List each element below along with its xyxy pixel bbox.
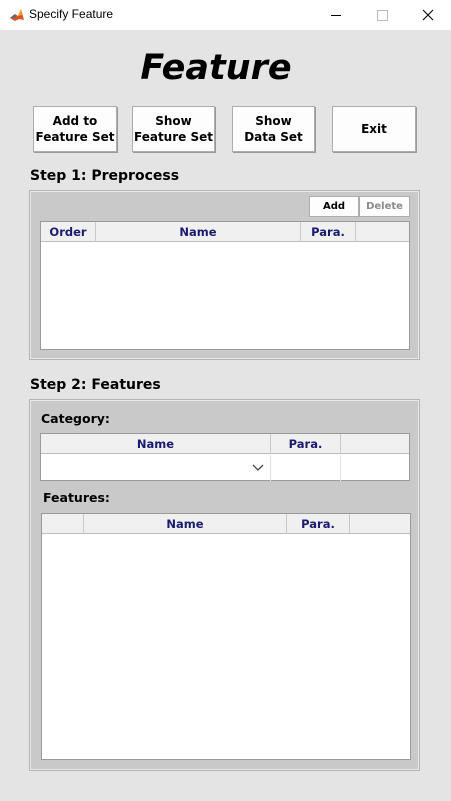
column-header-extra[interactable] (356, 222, 410, 242)
delete-preprocess-button[interactable]: Delete (359, 196, 410, 217)
close-icon (422, 9, 434, 21)
column-header-name[interactable]: Name (41, 434, 271, 454)
matlab-icon (9, 7, 25, 23)
maximize-button[interactable] (359, 0, 405, 30)
page-title: Feature (140, 48, 292, 88)
preprocess-table-header: Order Name Para. (41, 222, 409, 242)
column-header-para[interactable]: Para. (271, 434, 341, 454)
column-header-select[interactable] (42, 514, 84, 534)
window-titlebar: Specify Feature (0, 0, 451, 30)
minimize-button[interactable] (313, 0, 359, 30)
window-title: Specify Feature (29, 7, 114, 21)
category-table[interactable]: Name Para. (40, 433, 410, 481)
step2-title: Step 2: Features (30, 377, 161, 393)
chevron-down-icon (252, 464, 264, 471)
show-feature-set-button[interactable]: Show Feature Set (132, 106, 215, 152)
step1-title: Step 1: Preprocess (30, 168, 180, 184)
features-table-header: Name Para. (42, 514, 410, 534)
column-header-para[interactable]: Para. (287, 514, 350, 534)
column-header-order[interactable]: Order (41, 222, 96, 242)
category-label: Category: (41, 411, 110, 426)
column-header-para[interactable]: Para. (301, 222, 356, 242)
category-extra-cell[interactable] (341, 455, 409, 481)
add-preprocess-button[interactable]: Add (309, 196, 359, 217)
features-table[interactable]: Name Para. (41, 513, 411, 760)
show-data-set-button[interactable]: Show Data Set (232, 106, 315, 152)
column-header-name[interactable]: Name (84, 514, 287, 534)
add-to-feature-set-button[interactable]: Add to Feature Set (33, 106, 117, 152)
category-para-cell[interactable] (271, 455, 341, 481)
exit-button[interactable]: Exit (332, 106, 416, 152)
category-name-dropdown[interactable] (41, 455, 271, 481)
column-header-name[interactable]: Name (96, 222, 301, 242)
preprocess-panel: Add Delete Order Name Para. (29, 190, 420, 360)
column-header-extra[interactable] (341, 434, 409, 454)
close-button[interactable] (405, 0, 451, 30)
preprocess-table[interactable]: Order Name Para. (40, 221, 410, 350)
category-table-header: Name Para. (41, 434, 409, 454)
features-panel: Category: Name Para. Features: Name Para… (29, 399, 420, 771)
features-label: Features: (43, 490, 110, 505)
column-header-extra[interactable] (350, 514, 410, 534)
